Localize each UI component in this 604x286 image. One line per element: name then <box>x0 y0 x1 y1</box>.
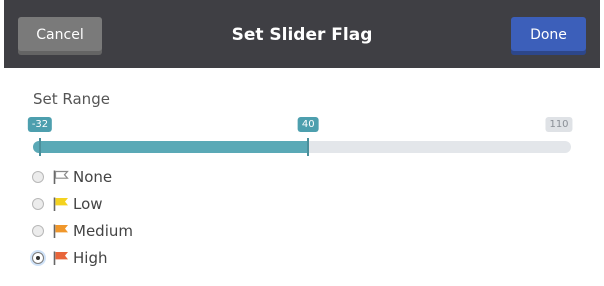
flag-low-radio[interactable] <box>32 198 44 210</box>
flag-outline-icon <box>53 170 69 184</box>
cancel-button[interactable]: Cancel <box>18 17 102 55</box>
flag-low-label: Low <box>73 195 103 213</box>
flag-high-radio[interactable] <box>32 252 44 264</box>
flag-none-label: None <box>73 168 113 186</box>
range-min-tooltip: -32 <box>27 117 53 132</box>
flag-icon <box>53 224 68 238</box>
range-slider-track[interactable] <box>33 138 571 156</box>
flag-none-radio[interactable] <box>32 171 44 183</box>
range-max-tooltip: 110 <box>545 117 573 132</box>
range-min-handle[interactable] <box>39 138 41 156</box>
set-slider-flag-dialog: Set Slider Flag Cancel Done Set Range -3… <box>4 0 600 286</box>
range-value-handle[interactable] <box>307 138 310 156</box>
set-range-label: Set Range <box>33 90 110 108</box>
flag-medium-radio[interactable] <box>32 225 44 237</box>
flag-option-low[interactable]: Low <box>32 194 103 214</box>
flag-option-high[interactable]: High <box>32 248 107 268</box>
range-slider-fill <box>33 141 309 153</box>
range-value-tooltip: 40 <box>297 117 319 132</box>
flag-high-label: High <box>73 249 108 267</box>
flag-medium-label: Medium <box>73 222 133 240</box>
dialog-header: Set Slider Flag Cancel Done <box>4 0 600 68</box>
flag-option-medium[interactable]: Medium <box>32 221 133 241</box>
flag-icon <box>53 197 68 211</box>
flag-icon <box>53 251 68 265</box>
done-button[interactable]: Done <box>511 17 586 55</box>
flag-option-none[interactable]: None <box>32 167 112 187</box>
